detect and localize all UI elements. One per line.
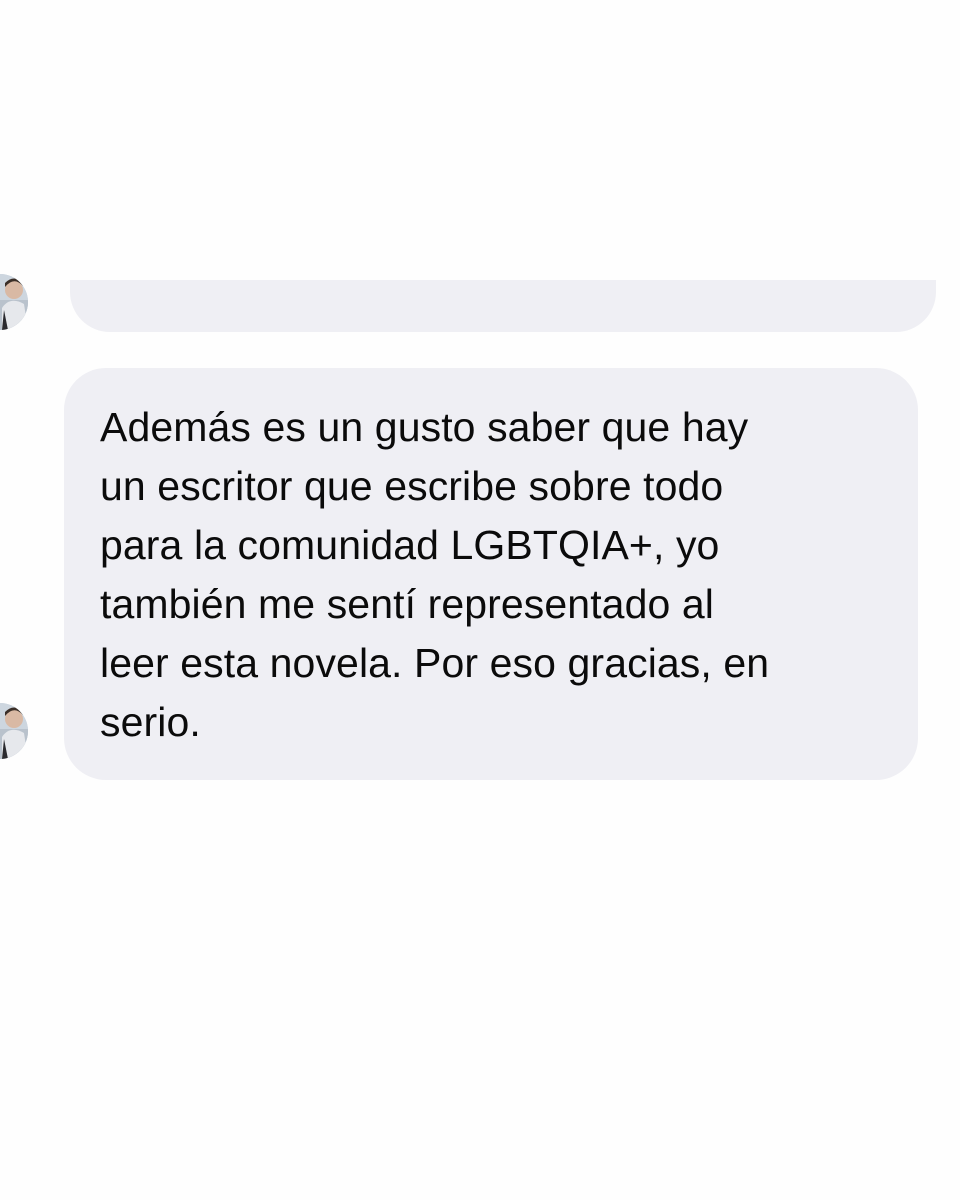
message-bubble-previous[interactable]: [70, 280, 936, 332]
profile-photo-icon: [0, 703, 28, 759]
message-bubble[interactable]: Además es un gusto saber que hay un escr…: [64, 368, 918, 780]
sender-avatar[interactable]: [0, 274, 28, 330]
profile-photo-icon: [0, 274, 28, 330]
chat-thread[interactable]: Además es un gusto saber que hay un escr…: [0, 0, 960, 1200]
sender-avatar[interactable]: [0, 703, 28, 759]
message-text: Además es un gusto saber que hay un escr…: [100, 404, 770, 745]
